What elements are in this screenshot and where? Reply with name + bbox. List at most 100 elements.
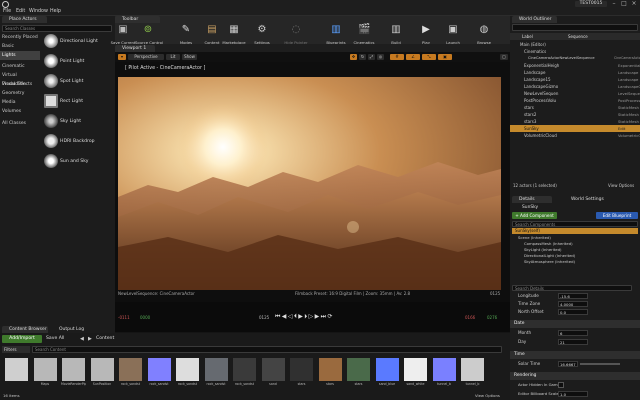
source-control-button[interactable]: ⊚ Source Control [135,19,163,47]
add-component-button[interactable]: + Add Component [512,212,557,219]
forward-icon[interactable]: ▶ [88,336,92,342]
perspective-button[interactable]: Perspective [128,54,164,60]
asset-tile[interactable]: tunnel_b [432,358,456,388]
asset-tile[interactable]: rock_sandst [147,358,171,388]
asset-tile[interactable]: sand_white [404,358,427,388]
browse-button[interactable]: ◍ Browse [471,19,497,47]
world-space-icon[interactable]: ◎ [377,54,384,60]
details-tab[interactable]: Details [512,196,552,203]
category-basic[interactable]: Basic [0,42,40,51]
category-lights[interactable]: Lights [0,51,40,60]
outliner-row[interactable]: Main (Editor) [510,41,640,48]
asset-tile[interactable]: rock_sandst [233,358,256,388]
asset-tile[interactable]: stars [318,358,342,388]
maximize-icon[interactable]: □ [620,1,628,7]
content-search[interactable]: Search Content [32,346,502,353]
outliner-row[interactable]: VolumetricCloud VolumetricC [510,132,640,139]
outliner-row[interactable]: CineCameraActorNewLevelSequence CineCamer… [510,55,640,62]
solar-time-slider[interactable] [580,363,620,365]
component-root[interactable]: SunSky(self) [512,228,638,234]
place-actors-tab[interactable]: Place Actors [2,16,47,23]
place-rect-light[interactable]: Rect Light [43,92,113,112]
category-visual-effects[interactable]: Visual Effects [0,80,40,89]
solar-time-input[interactable]: 16.6667 [558,361,578,367]
lit-button[interactable]: Lit [166,54,180,60]
world-outliner-tab[interactable]: World Outliner [512,16,557,23]
category-media[interactable]: Media [0,98,40,107]
rotation-snap-toggle[interactable]: ∠ [406,54,420,60]
save-current-button[interactable]: ▣ Save Current [110,19,136,47]
asset-tile[interactable]: SunPosition [90,358,114,388]
cinematics-button[interactable]: 🎬 Cinematics [351,19,377,47]
marketplace-button[interactable]: ▦ Marketplace [221,19,247,47]
outliner-row[interactable]: stars StaticMesh [510,104,640,111]
time-zone-input[interactable]: 4.0000 [558,301,588,307]
outliner-row-selected[interactable]: SunSky Edit SunSky [510,125,640,138]
outliner-row[interactable]: PostProcessVolu PostProcess [510,97,640,104]
content-browser-tab[interactable]: Content Browser [2,326,48,333]
asset-tile[interactable]: rock_sandst [204,358,228,388]
transport-controls[interactable]: ⏮◀◁⏴▶⏵▷▶⏭⟳ [275,313,365,321]
desert-scene-render[interactable] [118,77,501,290]
hide-pointer-button[interactable]: ◌ Hide Pointer [283,19,309,47]
save-all-button[interactable]: Save All [46,335,72,343]
asset-tile[interactable]: sand [261,358,285,388]
launch-button[interactable]: ▣ Launch [440,19,466,47]
component-skylight[interactable]: SkyLight (Inherited) [524,247,562,252]
folder-path[interactable]: Content [96,336,114,341]
menu-file[interactable]: File [3,9,11,14]
asset-tile[interactable]: rock_sandst [176,358,199,388]
place-sun-and-sky[interactable]: Sun and Sky [43,152,113,172]
settings-button[interactable]: ⚙ Settings [249,19,275,47]
north-offset-input[interactable]: 0.0 [558,309,588,315]
edit-blueprint-button[interactable]: Edit Blueprint [596,212,638,219]
place-point-light[interactable]: Point Light [43,52,113,72]
selected-actor-name[interactable]: SunSky [512,204,638,211]
category-volumes[interactable]: Volumes [0,107,40,116]
place-spot-light[interactable]: Spot Light [43,72,113,92]
place-sky-light[interactable]: Sky Light [43,112,113,132]
menu-edit[interactable]: Edit [16,9,25,14]
outliner-row[interactable]: Landscape15 Landscape [510,76,640,83]
scale-snap-toggle[interactable]: ⤡ [422,54,436,60]
filters-button[interactable]: Filters [2,346,30,353]
outliner-row[interactable]: stars3 StaticMesh [510,118,640,125]
add-import-button[interactable]: Add/Import [2,335,42,343]
show-button[interactable]: Show [182,54,197,60]
actor-hidden-checkbox[interactable] [558,382,564,388]
asset-tile[interactable]: Maps [33,358,57,388]
place-actors-search[interactable]: Search Classes [2,25,112,32]
place-directional-light[interactable]: Directional Light [43,32,113,52]
asset-tile[interactable]: MovieRenderPip [61,358,86,388]
outliner-row[interactable]: NewLevelSequen LevelSequence [510,90,640,97]
play-button[interactable]: ▶ Play [413,19,439,47]
maximize-viewport-icon[interactable]: ▢ [500,54,508,60]
outliner-row[interactable]: ExponentialHeigh Exponential [510,62,640,69]
world-settings-tab[interactable]: World Settings [564,196,614,203]
category-virtual-production[interactable]: Virtual Production [0,71,40,87]
details-search[interactable]: Search Details [512,285,632,291]
outliner-row[interactable]: Cinematics [510,48,640,55]
rendering-section[interactable]: Rendering [510,372,640,380]
day-input[interactable]: 21 [558,339,588,345]
outliner-view-options[interactable]: View Options [608,183,634,188]
grid-snap-toggle[interactable]: # [390,54,404,60]
asset-tile[interactable]: stars [290,358,313,388]
date-section[interactable]: Date [510,320,640,328]
asset-tile[interactable]: sand_blue [375,358,399,388]
camera-speed-button[interactable]: ▣ [438,54,452,60]
asset-tile[interactable]: tunnel_b [461,358,484,388]
place-hdri-backdrop[interactable]: HDRI Backdrop [43,132,113,152]
components-search[interactable]: Search Components [512,221,638,227]
outliner-row[interactable]: LandscapeGizmo LandscapeG [510,83,640,90]
month-input[interactable]: 6 [558,330,588,336]
time-section[interactable]: Time [510,351,640,359]
modes-button[interactable]: ✎ Modes [173,19,199,47]
build-button[interactable]: ▥ Build [383,19,409,47]
category-cinematic[interactable]: Cinematic [0,62,40,71]
outliner-row[interactable]: Landscape Landscape [510,69,640,76]
viewport-menu-icon[interactable]: ▾ [118,54,126,60]
asset-tile[interactable]: rock_sandst [119,358,142,388]
category-geometry[interactable]: Geometry [0,89,40,98]
unreal-logo-icon[interactable] [2,1,9,8]
